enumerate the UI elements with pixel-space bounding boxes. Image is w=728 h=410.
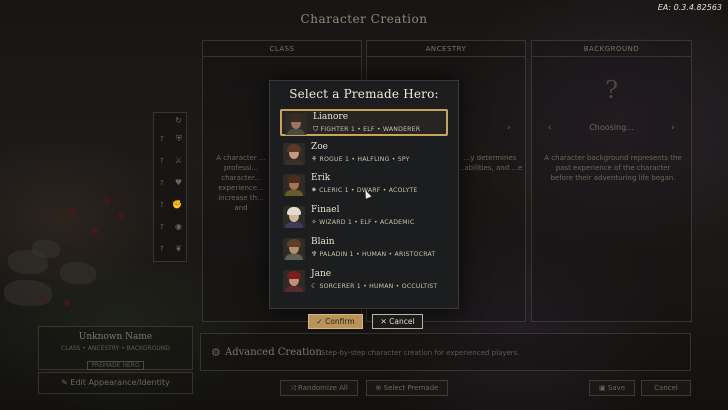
paladin-icon: ♆: [311, 249, 318, 258]
ancestry-header: ANCESTRY: [367, 41, 525, 57]
ability-slot[interactable]: ? ⛨: [158, 133, 184, 147]
background-choosing-label: Choosing...: [589, 123, 634, 132]
background-description: A character background represents the pa…: [544, 154, 682, 182]
fist-icon: ✊: [172, 200, 182, 209]
class-description: A character ... professi... character...…: [216, 154, 266, 212]
wizard-icon: ✧: [311, 218, 318, 227]
hero-portrait: [283, 269, 305, 292]
premade-badge: PREMADE HERO: [87, 361, 144, 370]
background-header: BACKGROUND: [532, 41, 691, 57]
slots-refresh[interactable]: ↻: [158, 115, 184, 129]
hero-portrait: [283, 174, 305, 197]
hero-name: Zoe: [311, 141, 328, 152]
shield-icon: ⛨: [176, 134, 182, 143]
hero-name: Erik: [311, 173, 331, 184]
ability-slot[interactable]: ? ✊: [158, 199, 184, 213]
hero-portrait: [283, 142, 305, 165]
randomize-all-button[interactable]: ⤨ Randomize All: [280, 380, 358, 396]
ability-slot[interactable]: ? ❦: [158, 243, 184, 257]
hero-details: ♆ PALADIN 1 • HUMAN • ARISTOCRAT: [311, 249, 436, 258]
edit-icon: ✎: [61, 378, 68, 387]
hero-portrait: [283, 206, 305, 229]
confirm-button[interactable]: ✓ Confirm: [308, 314, 363, 329]
eye-icon: ◉: [175, 222, 182, 231]
character-summary: Unknown Name CLASS • ANCESTRY • BACKGROU…: [38, 326, 193, 370]
hero-details: ⛉ FIGHTER 1 • ELF • WANDERER: [313, 125, 421, 133]
hero-details: ☾ SORCERER 1 • HUMAN • OCCULTIST: [311, 281, 438, 290]
hero-portrait: [285, 113, 307, 135]
character-name: Unknown Name: [78, 332, 153, 342]
hero-name: Lianore: [313, 112, 349, 122]
hero-option-finael[interactable]: Finael ✧ WIZARD 1 • ELF • ACADEMIC: [280, 204, 448, 231]
hero-name: Blain: [311, 236, 335, 247]
version-label: EA: 0.3.4.82563: [657, 3, 722, 12]
sorcerer-icon: ☾: [311, 281, 318, 290]
rogue-icon: ⚘: [311, 154, 318, 163]
class-header: CLASS: [203, 41, 361, 57]
footer-cancel-button[interactable]: Cancel: [641, 380, 691, 396]
cancel-button[interactable]: ✕ Cancel: [372, 314, 423, 329]
unknown-background-icon: ?: [605, 76, 618, 104]
fighter-icon: ⛉: [313, 125, 319, 133]
screen-title: Character Creation: [300, 12, 428, 26]
ancestry-next-arrow[interactable]: ›: [507, 123, 511, 133]
refresh-icon: ↻: [175, 116, 182, 125]
ability-slot[interactable]: ? ⚔: [158, 155, 184, 169]
sword-icon: ⚔: [174, 156, 182, 165]
hero-option-blain[interactable]: Blain ♆ PALADIN 1 • HUMAN • ARISTOCRAT: [280, 236, 448, 263]
shuffle-icon: ⤨: [290, 384, 296, 392]
close-icon: ✕: [380, 317, 387, 326]
hero-option-zoe[interactable]: Zoe ⚘ ROGUE 1 • HALFLING • SPY: [280, 141, 448, 168]
hero-name: Jane: [311, 268, 332, 279]
advanced-creation-title: Advanced Creation: [225, 347, 322, 358]
background-panel[interactable]: BACKGROUND ? ‹ Choosing... › A character…: [531, 40, 692, 322]
advanced-creation-button[interactable]: ⚙ Advanced Creation Step-by-step charact…: [200, 333, 691, 371]
save-icon: ▣: [598, 384, 606, 392]
ancestry-description: ...y determines ...abilities, and ...e: [457, 154, 523, 172]
advanced-creation-description: Step-by-step character creation for expe…: [321, 349, 520, 357]
heart-icon: ♥: [174, 178, 182, 187]
hero-option-lianore[interactable]: Lianore ⛉ FIGHTER 1 • ELF • WANDERER: [280, 109, 448, 136]
select-premade-button[interactable]: ⊕ Select Premade: [366, 380, 448, 396]
save-button[interactable]: ▣ Save: [589, 380, 635, 396]
cleric-icon: ✷: [311, 186, 318, 195]
ability-slots: ↻ ? ⛨ ? ⚔ ? ♥ ? ✊ ? ◉ ? ❦: [153, 112, 187, 262]
edit-appearance-button[interactable]: ✎ Edit Appearance/Identity: [38, 372, 193, 394]
wing-icon: ❦: [175, 244, 182, 253]
background-next-arrow[interactable]: ›: [671, 123, 675, 133]
gear-icon: ⚙: [211, 346, 221, 359]
hero-details: ⚘ ROGUE 1 • HALFLING • SPY: [311, 154, 410, 163]
plus-icon: ⊕: [375, 384, 382, 392]
hero-details: ✧ WIZARD 1 • ELF • ACADEMIC: [311, 218, 415, 227]
dialog-title: Select a Premade Hero:: [289, 87, 439, 101]
hero-portrait: [283, 237, 305, 260]
hero-option-jane[interactable]: Jane ☾ SORCERER 1 • HUMAN • OCCULTIST: [280, 268, 448, 295]
hero-name: Finael: [311, 205, 340, 216]
ability-slot[interactable]: ? ♥: [158, 177, 184, 191]
check-icon: ✓: [316, 317, 323, 326]
ability-slot[interactable]: ? ◉: [158, 221, 184, 235]
character-summary-line: CLASS • ANCESTRY • BACKGROUND: [61, 345, 170, 352]
edit-appearance-label: Edit Appearance/Identity: [70, 378, 170, 387]
